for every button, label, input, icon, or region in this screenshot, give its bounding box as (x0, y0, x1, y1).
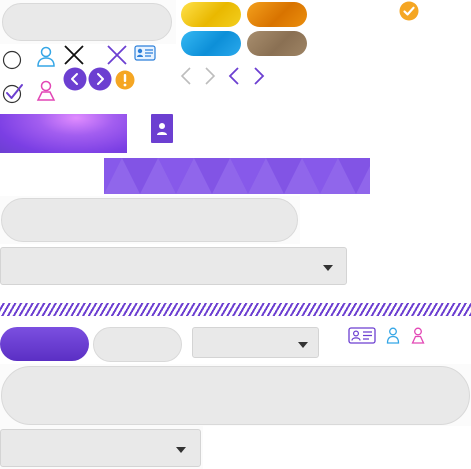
check-circle-icon (399, 1, 419, 21)
gold-pill-button[interactable] (181, 2, 241, 27)
bottom-dropdown-frame (0, 426, 203, 469)
text-input[interactable] (1, 198, 298, 242)
header-banner (0, 114, 127, 153)
prev-circle-button[interactable] (63, 67, 87, 91)
radio-unchecked-icon[interactable] (2, 50, 22, 70)
user-female-icon (411, 327, 425, 344)
bronze-pill-button[interactable] (247, 31, 307, 56)
avatar-button[interactable] (151, 114, 173, 143)
chevron-right-icon[interactable] (202, 66, 218, 86)
user-male-icon (37, 46, 55, 67)
message-input[interactable] (1, 366, 470, 425)
chevron-right-icon[interactable] (251, 66, 267, 86)
user-female-icon (36, 80, 56, 101)
warning-icon (115, 70, 135, 90)
secondary-button[interactable] (93, 327, 182, 362)
chevron-left-icon[interactable] (226, 66, 242, 86)
id-card-icon (134, 45, 156, 61)
next-circle-button[interactable] (88, 67, 112, 91)
bottom-dropdown-select[interactable] (0, 429, 201, 467)
striped-divider (0, 303, 471, 316)
message-input-frame (0, 364, 471, 426)
search-input-frame (0, 0, 176, 44)
chevron-down-icon (176, 447, 186, 453)
close-purple-icon[interactable] (106, 44, 128, 66)
user-male-icon (386, 327, 400, 344)
orange-pill-button[interactable] (247, 2, 307, 27)
blue-pill-button[interactable] (181, 31, 241, 56)
chevron-down-icon (298, 342, 308, 348)
close-black-icon[interactable] (63, 44, 85, 66)
chevron-left-icon[interactable] (178, 66, 194, 86)
primary-button[interactable] (0, 327, 89, 361)
contact-icon (348, 327, 376, 344)
search-input[interactable] (2, 3, 172, 41)
text-input-frame (0, 196, 300, 244)
small-dropdown-select[interactable] (192, 327, 319, 358)
chevron-down-icon (323, 265, 333, 271)
pattern-banner (104, 158, 370, 194)
dropdown-select[interactable] (0, 247, 347, 285)
radio-checked-icon[interactable] (2, 82, 24, 104)
user-icon (157, 123, 167, 135)
